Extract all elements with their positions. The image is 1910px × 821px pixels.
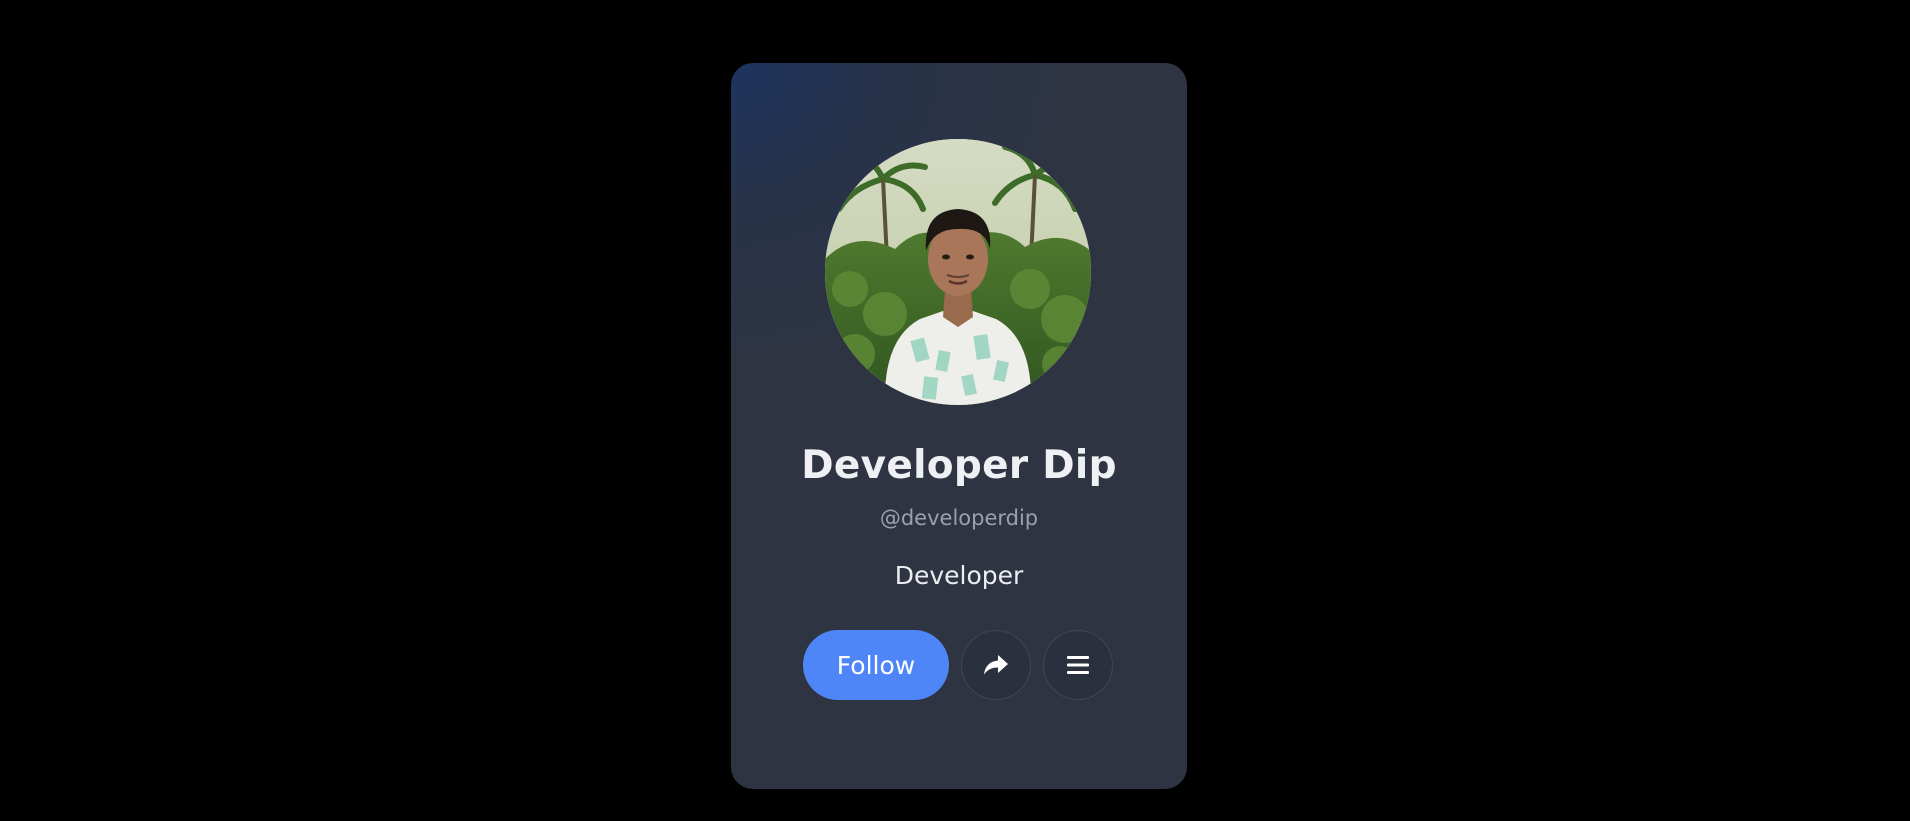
menu-button[interactable] (1043, 630, 1113, 700)
profile-handle: @developerdip (879, 506, 1039, 530)
profile-name: Developer Dip (801, 443, 1117, 488)
share-icon (984, 655, 1008, 675)
follow-button[interactable]: Follow (803, 630, 949, 700)
menu-icon (1067, 656, 1089, 674)
share-button[interactable] (961, 630, 1031, 700)
profile-role: Developer (894, 561, 1024, 590)
avatar-photo (825, 139, 1091, 405)
avatar (825, 139, 1091, 405)
page: Developer Dip @developerdip Developer Fo… (0, 0, 1910, 821)
profile-card: Developer Dip @developerdip Developer Fo… (731, 63, 1187, 789)
